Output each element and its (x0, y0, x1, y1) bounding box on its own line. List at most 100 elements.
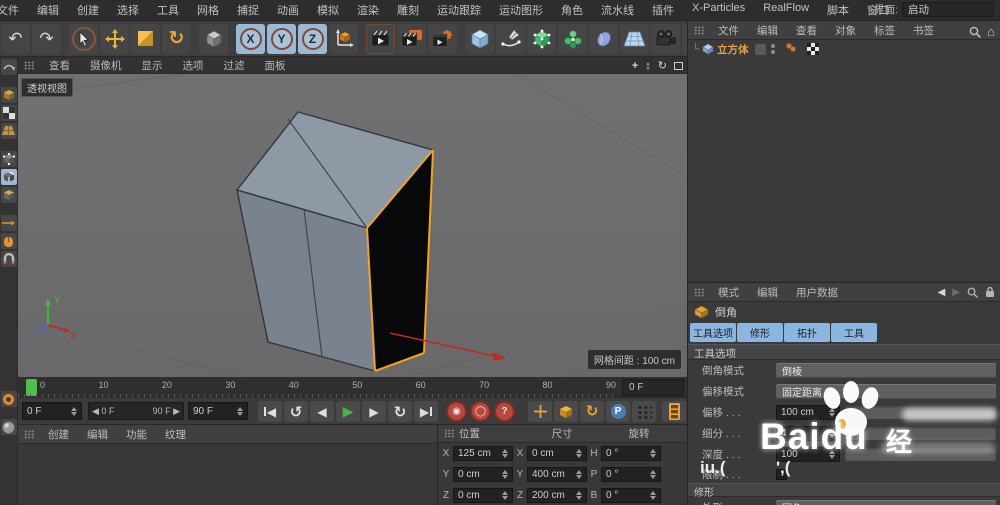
frame-range-slider[interactable]: ◀ 0 F 90 F ▶ (88, 402, 184, 420)
mograph-button[interactable] (558, 23, 587, 54)
offset-slider[interactable] (845, 406, 996, 419)
render-settings-button[interactable] (428, 23, 457, 54)
zoom-view-icon[interactable]: ↕ (645, 60, 651, 72)
keyframe-selection-button[interactable]: ? (494, 401, 515, 422)
search-icon[interactable] (969, 26, 982, 38)
viewport-menu-item[interactable]: 显示 (132, 58, 173, 73)
start-frame-field[interactable]: 0 F (22, 402, 82, 420)
camera-button[interactable] (651, 23, 680, 54)
workplane-button[interactable] (0, 123, 17, 139)
add-spline-button[interactable] (496, 23, 525, 54)
object-menu-item[interactable]: 书签 (904, 23, 943, 38)
enable-dots[interactable] (785, 43, 796, 52)
scale-tool-button[interactable] (131, 23, 160, 54)
material-sphere-button[interactable] (0, 419, 17, 435)
section-shaping[interactable]: 修形 (688, 483, 1000, 499)
orbit-view-icon[interactable]: ↻ (658, 59, 667, 72)
menubar-item[interactable]: 创建 (68, 2, 108, 18)
phong-tag-icon[interactable] (806, 43, 819, 55)
subdivision-slider[interactable] (845, 427, 996, 440)
history-back-icon[interactable]: ◀ (938, 287, 946, 298)
next-frame-button[interactable]: ▶ (362, 401, 386, 422)
coordinate-system-button[interactable] (329, 23, 358, 54)
select-tool-button[interactable] (69, 23, 98, 54)
menubar-item[interactable]: 编辑 (28, 2, 68, 18)
viewport-menu-item[interactable]: 过滤 (214, 58, 255, 73)
menubar-item[interactable]: 运动跟踪 (428, 2, 490, 18)
axis-lock-x-button[interactable]: X (236, 23, 265, 54)
drag-handle-icon[interactable] (444, 429, 455, 438)
attribute-tab[interactable]: 工具选项 (690, 323, 736, 342)
offset-field[interactable]: 100 cm (776, 405, 840, 420)
depth-slider[interactable] (845, 448, 996, 461)
menubar-item[interactable]: 模拟 (308, 2, 348, 18)
rot-p-field[interactable]: 0 ° (601, 467, 661, 482)
play-forward-button[interactable]: ↻ (388, 401, 412, 422)
object-menu-item[interactable]: 标签 (865, 23, 904, 38)
material-menu-item[interactable]: 编辑 (78, 427, 117, 442)
menubar-item[interactable]: 渲染 (348, 2, 388, 18)
object-menu-item[interactable]: 编辑 (748, 23, 787, 38)
pos-y-field[interactable]: 0 cm (453, 467, 513, 482)
menubar-item[interactable]: 捕捉 (228, 2, 268, 18)
search-icon[interactable] (967, 287, 978, 298)
play-button[interactable]: ▶ (336, 401, 360, 422)
menubar-item[interactable]: 脚本 (818, 2, 858, 18)
axis-lock-y-button[interactable]: Y (267, 23, 296, 54)
last-tool-button[interactable] (199, 23, 228, 54)
menubar-item[interactable]: 运动图形 (490, 2, 552, 18)
attribute-tab[interactable]: 修形 (737, 323, 783, 342)
drag-handle-icon[interactable] (24, 60, 35, 70)
history-forward-icon[interactable]: ▶ (952, 287, 960, 298)
make-editable-button[interactable] (0, 59, 17, 75)
move-tool-button[interactable] (100, 23, 129, 54)
attribute-tab[interactable]: 工具 (831, 323, 877, 342)
menubar-item[interactable]: 雕刻 (388, 2, 428, 18)
points-mode-button[interactable] (0, 151, 17, 167)
render-to-picture-viewer-button[interactable] (397, 23, 426, 54)
object-menu-item[interactable]: 文件 (709, 23, 748, 38)
key-scale-toggle[interactable] (554, 401, 578, 422)
depth-field[interactable]: 100 (776, 447, 840, 462)
rotate-tool-button[interactable]: ↻ (162, 23, 191, 54)
shape-dropdown[interactable]: 圆角 (776, 500, 996, 505)
end-frame-field[interactable]: 90 F (188, 402, 248, 420)
size-x-field[interactable]: 0 cm (527, 446, 587, 461)
pos-z-field[interactable]: 0 cm (453, 488, 513, 503)
object-edit-toggle[interactable] (754, 43, 766, 55)
pos-x-field[interactable]: 125 cm (453, 446, 513, 461)
material-menu-item[interactable]: 创建 (39, 427, 78, 442)
material-menu-item[interactable]: 纹理 (156, 427, 195, 442)
go-to-end-button[interactable]: ▶ (414, 401, 438, 422)
render-view-button[interactable] (366, 23, 395, 54)
current-frame-field[interactable]: 0 F (622, 379, 684, 396)
axis-lock-z-button[interactable]: Z (298, 23, 327, 54)
object-menu-item[interactable]: 查看 (787, 23, 826, 38)
size-y-field[interactable]: 400 cm (527, 467, 587, 482)
menubar-item[interactable]: 工具 (148, 2, 188, 18)
redo-button[interactable]: ↷ (32, 23, 61, 54)
key-rotation-toggle[interactable]: ↻ (580, 401, 604, 422)
size-z-field[interactable]: 200 cm (527, 488, 587, 503)
attribute-menu-item[interactable]: 模式 (709, 285, 748, 300)
menubar-item[interactable]: 流水线 (592, 2, 643, 18)
polygon-mode-button[interactable] (0, 187, 17, 203)
material-menu-item[interactable]: 功能 (117, 427, 156, 442)
viewport-menu-item[interactable]: 查看 (39, 58, 80, 73)
record-keyframe-button[interactable]: ◉ (446, 401, 467, 422)
lock-icon[interactable] (985, 286, 995, 298)
attribute-tab[interactable]: 拓扑 (784, 323, 830, 342)
key-position-toggle[interactable] (528, 401, 552, 422)
home-icon[interactable]: ⌂ (987, 24, 995, 39)
visibility-dots[interactable] (770, 44, 775, 54)
undo-button[interactable]: ↶ (1, 23, 30, 54)
texture-mode-button[interactable] (0, 105, 17, 121)
timeline-filmstrip-button[interactable] (662, 401, 686, 422)
offset-mode-dropdown[interactable]: 固定距离 (776, 384, 996, 399)
environment-button[interactable] (620, 23, 649, 54)
key-parameter-toggle[interactable]: P (606, 401, 630, 422)
object-name-cube[interactable]: 立方体 (717, 42, 749, 57)
limit-checkbox[interactable] (776, 468, 787, 480)
menubar-item[interactable]: 角色 (552, 2, 592, 18)
toggle-views-icon[interactable] (674, 61, 683, 70)
